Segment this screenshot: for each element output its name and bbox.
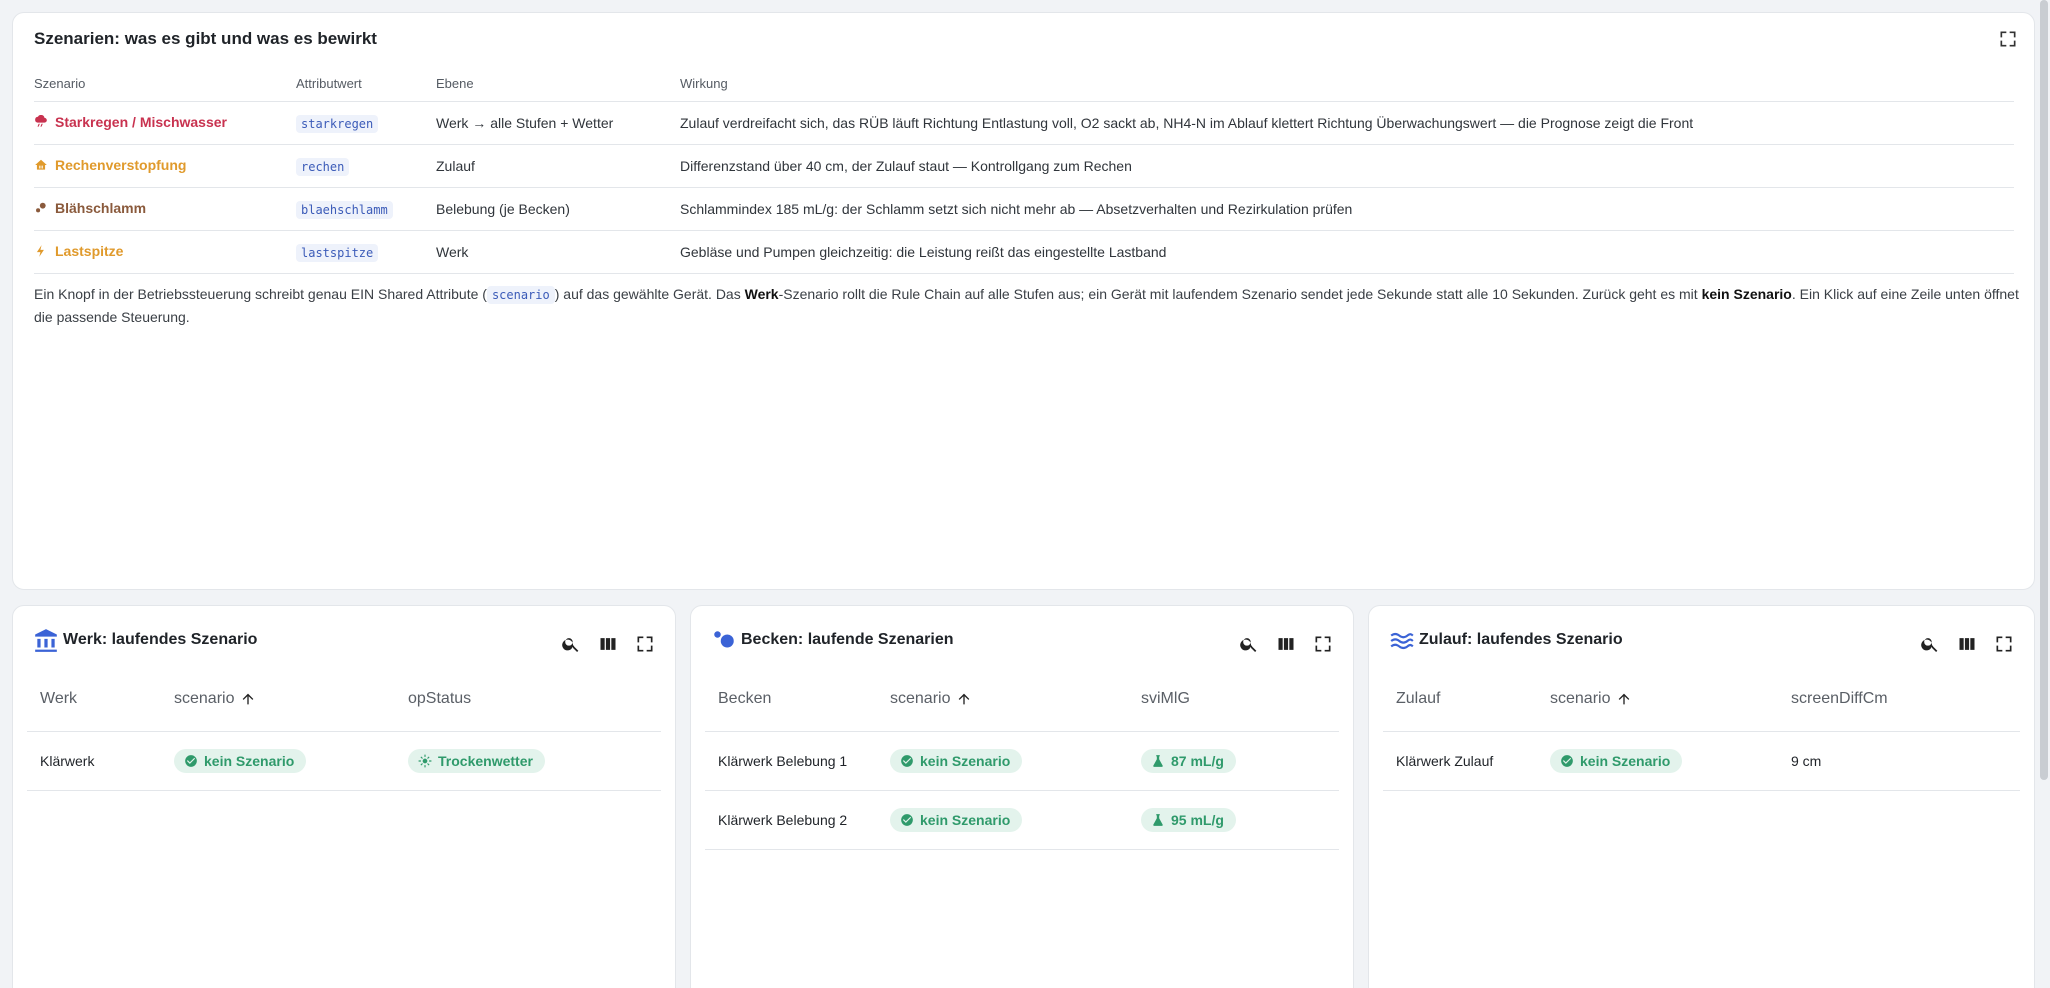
table-row[interactable]: Klärwerk Belebung 1 kein Szenario 87 mL/… (705, 732, 1339, 791)
table-row: Rechenverstopfung rechen Zulauf Differen… (34, 144, 2014, 188)
flask-icon (1151, 754, 1165, 768)
inline-code: scenario (486, 286, 555, 304)
attribute-value: starkregen (296, 114, 379, 133)
sort-ascending-icon (240, 691, 256, 707)
scenarios-card: Szenarien: was es gibt und was es bewirk… (12, 12, 2035, 590)
page-scrollbar[interactable] (2040, 0, 2048, 780)
sort-ascending-icon (956, 691, 972, 707)
werk-table: Werk scenario opStatus Klärwerk kein Sze… (27, 666, 661, 791)
scenario-name: Lastspitze (34, 243, 123, 259)
werk-name: Klärwerk (40, 753, 95, 769)
fullscreen-icon[interactable] (635, 634, 655, 654)
scenario-name: Blähschlamm (34, 200, 146, 216)
screen-icon (34, 158, 48, 172)
card-toolbar (561, 634, 655, 654)
effect-cell: Zulauf verdreifacht sich, das RÜB läuft … (680, 101, 2014, 145)
column-header-svimlg[interactable]: sviMlG (1128, 690, 1190, 708)
level-cell: Belebung (je Becken) (436, 187, 680, 231)
becken-card-title: Becken: laufende Szenarien (741, 631, 954, 648)
search-icon[interactable] (561, 634, 581, 654)
werk-card-title: Werk: laufendes Szenario (63, 631, 258, 648)
becken-name: Klärwerk Belebung 1 (718, 753, 848, 769)
effect-cell: Gebläse und Pumpen gleichzeitig: die Lei… (680, 230, 2014, 274)
scenarios-card-title: Szenarien: was es gibt und was es bewirk… (34, 29, 377, 48)
check-circle-icon (900, 813, 914, 827)
scenarios-table: Szenario Attributwert Ebene Wirkung Star… (34, 67, 2014, 274)
lightning-icon (34, 244, 48, 258)
column-header-scenario[interactable]: scenario (1537, 690, 1778, 708)
check-circle-icon (900, 754, 914, 768)
columns-icon[interactable] (1276, 634, 1296, 654)
columns-icon[interactable] (1957, 634, 1977, 654)
column-header-screendiffcm[interactable]: screenDiffCm (1778, 690, 1888, 708)
fullscreen-icon[interactable] (1313, 634, 1333, 654)
column-header-attributwert: Attributwert (296, 67, 436, 102)
zulauf-card-title: Zulauf: laufendes Szenario (1419, 631, 1623, 648)
column-header-zulauf[interactable]: Zulauf (1383, 690, 1537, 708)
table-row[interactable]: Klärwerk Zulauf kein Szenario 9 cm (1383, 732, 2020, 791)
column-header-werk[interactable]: Werk (27, 690, 161, 708)
table-header-row: Becken scenario sviMlG (705, 666, 1339, 732)
table-header-row: Szenario Attributwert Ebene Wirkung (34, 67, 2014, 102)
column-header-becken[interactable]: Becken (705, 690, 877, 708)
fullscreen-icon[interactable] (1998, 29, 2018, 49)
level-cell: Werk → alle Stufen + Wetter (436, 101, 680, 145)
scenario-chip: kein Szenario (890, 808, 1023, 832)
zulauf-card: Zulauf: laufendes Szenario Zulauf scenar… (1368, 605, 2035, 988)
waves-icon (1389, 628, 1415, 654)
flask-icon (1151, 813, 1165, 827)
becken-name: Klärwerk Belebung 2 (718, 812, 848, 828)
column-header-ebene: Ebene (436, 67, 680, 102)
columns-icon[interactable] (598, 634, 618, 654)
becken-card: Becken: laufende Szenarien Becken scenar… (690, 605, 1354, 988)
level-cell: Werk (436, 230, 680, 274)
screen-diff-value: 9 cm (1791, 753, 1822, 769)
table-row: Blähschlamm blaehschlamm Belebung (je Be… (34, 187, 2014, 231)
search-icon[interactable] (1239, 634, 1259, 654)
table-row[interactable]: Klärwerk kein Szenario Trockenwetter (27, 732, 661, 791)
svi-chip: 87 mL/g (1141, 749, 1236, 773)
column-header-szenario: Szenario (34, 67, 296, 102)
attribute-value: blaehschlamm (296, 200, 393, 219)
sun-icon (418, 754, 432, 768)
level-cell: Zulauf (436, 144, 680, 188)
zulauf-name: Klärwerk Zulauf (1396, 753, 1494, 769)
check-circle-icon (184, 754, 198, 768)
sort-ascending-icon (1616, 691, 1632, 707)
svi-chip: 95 mL/g (1141, 808, 1236, 832)
scenarios-description: Ein Knopf in der Betriebssteuerung schre… (34, 286, 2019, 325)
check-circle-icon (1560, 754, 1574, 768)
zulauf-table: Zulauf scenario screenDiffCm Klärwerk Zu… (1383, 666, 2020, 791)
effect-cell: Differenzstand über 40 cm, der Zulauf st… (680, 144, 2014, 188)
attribute-value: lastspitze (296, 243, 379, 262)
scenario-chip: kein Szenario (1550, 749, 1683, 773)
bubbles-icon (34, 201, 48, 215)
column-header-scenario[interactable]: scenario (877, 690, 1128, 708)
bubbles-icon (711, 628, 737, 654)
table-row[interactable]: Klärwerk Belebung 2 kein Szenario 95 mL/… (705, 791, 1339, 850)
scenario-name: Rechenverstopfung (34, 157, 186, 173)
table-row: Lastspitze lastspitze Werk Gebläse und P… (34, 230, 2014, 274)
table-row: Starkregen / Mischwasser starkregen Werk… (34, 101, 2014, 145)
search-icon[interactable] (1920, 634, 1940, 654)
building-icon (33, 628, 59, 654)
table-header-row: Werk scenario opStatus (27, 666, 661, 732)
status-chip: Trockenwetter (408, 749, 545, 773)
column-header-wirkung: Wirkung (680, 67, 2014, 102)
heavy-rain-icon (34, 114, 48, 129)
column-header-opstatus[interactable]: opStatus (395, 690, 471, 708)
scenario-chip: kein Szenario (174, 749, 307, 773)
card-toolbar (1920, 634, 2014, 654)
effect-cell: Schlammindex 185 mL/g: der Schlamm setzt… (680, 187, 2014, 231)
werk-card: Werk: laufendes Szenario Werk scenario o… (12, 605, 676, 988)
table-header-row: Zulauf scenario screenDiffCm (1383, 666, 2020, 732)
fullscreen-icon[interactable] (1994, 634, 2014, 654)
card-toolbar (1239, 634, 1333, 654)
column-header-scenario[interactable]: scenario (161, 690, 395, 708)
becken-table: Becken scenario sviMlG Klärwerk Belebung… (705, 666, 1339, 850)
attribute-value: rechen (296, 157, 350, 176)
scenario-name: Starkregen / Mischwasser (34, 114, 227, 130)
scenario-chip: kein Szenario (890, 749, 1023, 773)
